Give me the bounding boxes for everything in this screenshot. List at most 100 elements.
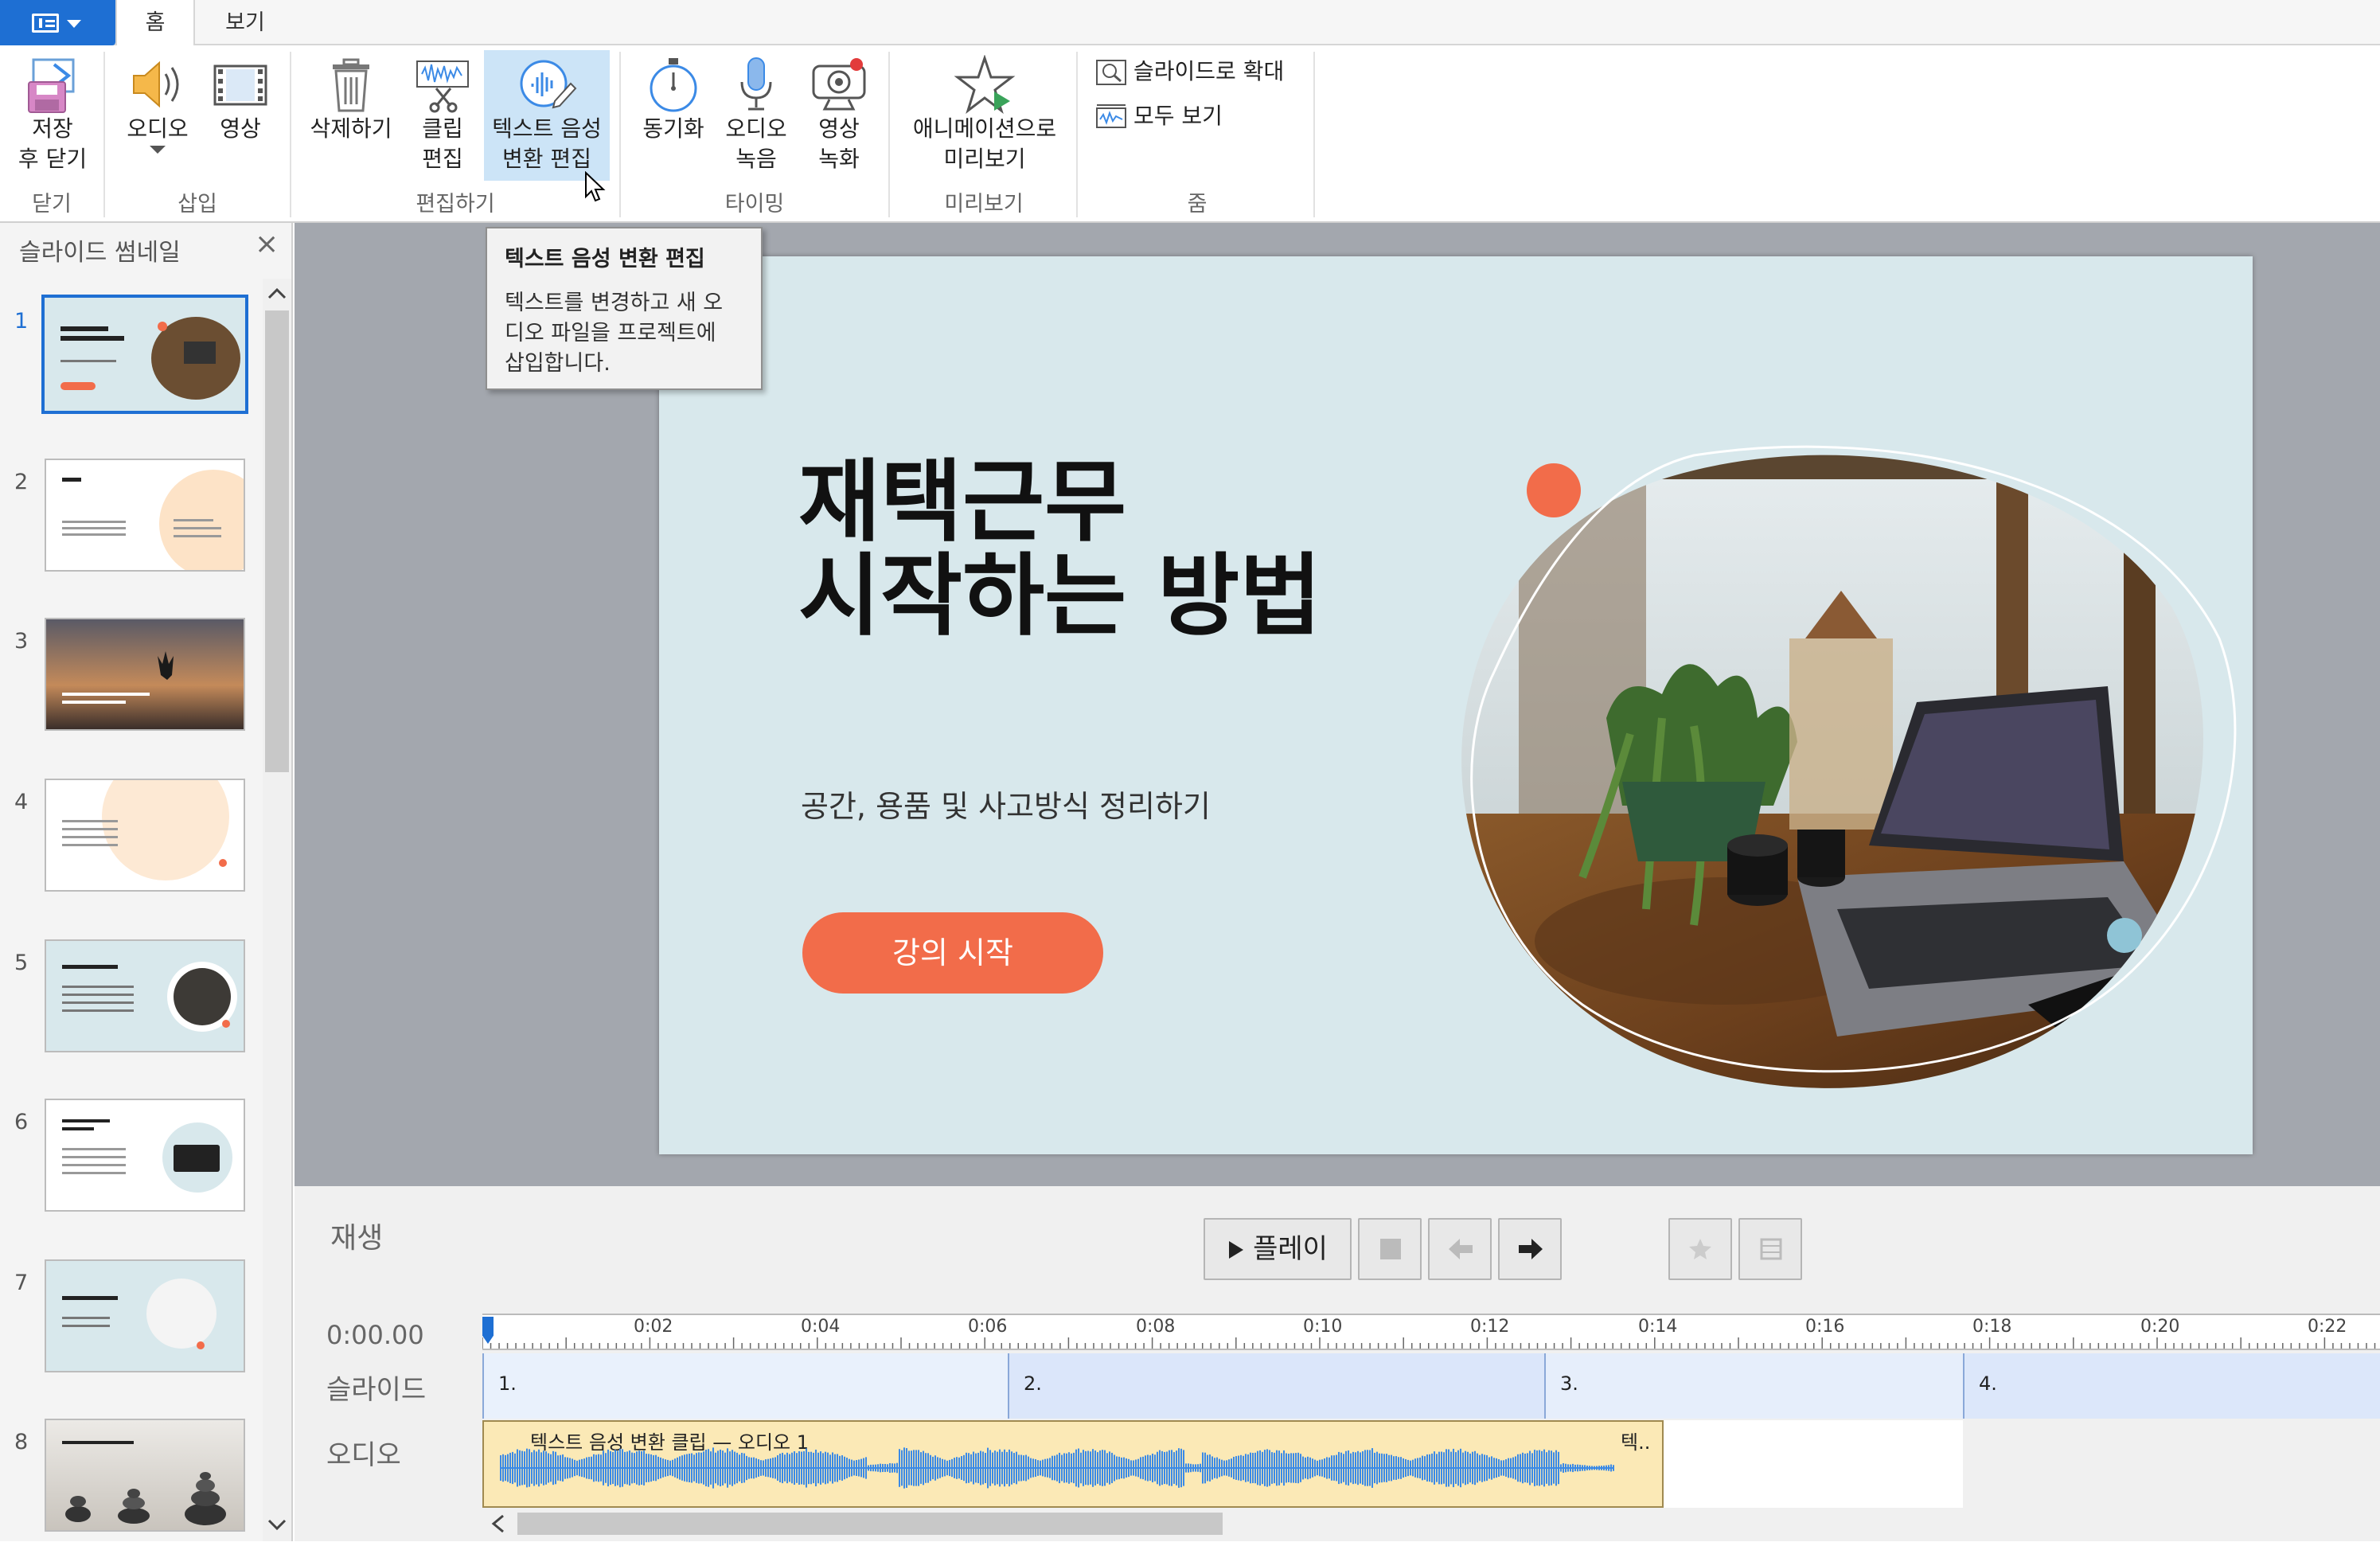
slide-thumbnail-item[interactable]: 8 [0,1419,263,1546]
scrollbar-thumb[interactable] [265,310,289,772]
play-button[interactable]: 플레이 [1204,1218,1352,1280]
clip-edit-button[interactable]: 클립 편집 [408,55,478,174]
slide-thumbnail-item[interactable]: 2 [0,459,263,586]
close-icon[interactable]: × [255,228,279,260]
audio-track-empty [1963,1420,2380,1508]
slide-number: 3 [14,629,29,654]
slide-view-button[interactable] [1738,1218,1802,1280]
tts-audio-clip[interactable]: 텍스트 음성 변환 클립 — 오디오 1 텍.. [482,1420,1664,1508]
slide-thumbnail-item[interactable]: 1 [0,295,263,425]
delete-button[interactable]: 삭제하기 [301,55,401,144]
next-button[interactable] [1498,1218,1562,1280]
slide-thumbnail[interactable] [45,1419,245,1532]
microphone-icon [740,57,772,111]
slide-thumbnail-item[interactable]: 6 [0,1099,263,1226]
arrow-right-icon [1519,1239,1543,1259]
delete-label: 삭제하기 [310,115,392,142]
view-all-icon [1096,104,1126,128]
chevron-left-icon[interactable] [490,1514,506,1533]
tick-label: 0:18 [1972,1317,2012,1337]
tick-label: 0:04 [801,1317,841,1337]
animation-preview-button[interactable]: 애니메이션으로 미리보기 [899,55,1070,174]
slide-frame-icon [1760,1238,1782,1260]
tab-home[interactable]: 홈 [115,0,195,47]
tooltip-title: 텍스트 음성 변환 편집 [505,247,705,271]
favorite-button[interactable] [1668,1218,1732,1280]
group-label-edit: 편집하기 [416,192,495,217]
audio-record-label: 오디오 녹음 [725,115,787,172]
slide-thumbnail-item[interactable]: 3 [0,618,263,745]
video-record-label: 영상 녹화 [818,115,860,172]
save-close-button[interactable]: 저장 후 닫기 [6,55,99,174]
tick-label: 0:22 [2308,1317,2347,1337]
slide-number: 6 [14,1110,29,1134]
slide-segment-label: 3. [1560,1372,1578,1395]
slide-thumbnail[interactable] [45,618,245,731]
slide-thumbnail[interactable] [45,779,245,892]
slide-segment[interactable]: 4. [1963,1353,2380,1419]
ribbon-separator [1313,52,1315,217]
slide-thumbnail-panel: 슬라이드 썸네일 × 1 2 3 4 5 6 7 8 [0,223,293,1541]
slide-thumbnail-item[interactable]: 4 [0,779,263,906]
previous-button[interactable] [1428,1218,1492,1280]
slide-thumbnail[interactable] [45,939,245,1052]
stop-button[interactable] [1358,1218,1422,1280]
clip-edit-label: 클립 편집 [422,115,463,172]
slide-segment[interactable]: 2. [1008,1353,1544,1419]
slide-segment[interactable]: 1. [482,1353,1008,1419]
video-button[interactable]: 영상 [202,55,279,144]
slide-segment[interactable]: 3. [1544,1353,1963,1419]
audio-waveform [500,1447,1614,1489]
tick-label: 0:06 [968,1317,1008,1337]
animation-preview-label: 애니메이션으로 미리보기 [912,115,1057,172]
star-play-icon [954,55,1016,114]
play-icon [1229,1241,1244,1259]
zoom-to-slide-label: 슬라이드로 확대 [1133,58,1285,84]
sync-button[interactable]: 동기화 [634,55,713,144]
slide-number: 4 [14,790,29,814]
slide-thumbnail[interactable] [41,295,248,414]
slide-thumbnail[interactable] [45,1259,245,1372]
arrow-left-icon [1449,1239,1473,1259]
chevron-down-icon [150,146,166,154]
tick-label: 0:12 [1470,1317,1510,1337]
decor-circle-orange [1527,463,1581,517]
audio-record-button[interactable]: 오디오 녹음 [716,55,796,174]
tick-label: 0:14 [1638,1317,1678,1337]
slide-thumbnail-item[interactable]: 5 [0,939,263,1067]
timeline-row-label-audio: 오디오 [326,1439,401,1471]
mouse-cursor-icon [585,171,606,202]
slide-track: 1. 2. 3. 4. [482,1353,2380,1419]
tick-label: 0:10 [1303,1317,1343,1337]
chevron-up-icon[interactable] [267,287,287,299]
timeline-title: 재생 [330,1222,384,1255]
star-icon [1689,1239,1711,1259]
panel-header: 슬라이드 썸네일 × [0,223,291,271]
slide-subtitle: 공간, 용품 및 사고방식 정리하기 [801,789,1211,824]
scrollbar-thumb[interactable] [517,1513,1223,1535]
slide-thumbnail[interactable] [45,459,245,572]
slide-number: 1 [14,309,29,334]
decor-circle-blue [2107,918,2142,953]
file-menu-button[interactable] [0,0,115,45]
slide-segment-label: 4. [1979,1372,1997,1395]
film-icon [213,64,267,106]
tab-view[interactable]: 보기 [205,0,285,45]
audio-button[interactable]: 오디오 [118,55,197,155]
video-record-button[interactable]: 영상 녹화 [799,55,879,174]
zoom-to-slide-button[interactable]: 슬라이드로 확대 [1095,57,1284,90]
stopwatch-icon [650,58,697,112]
chevron-down-icon[interactable] [267,1519,287,1532]
tts-edit-button[interactable]: 텍스트 음성 변환 편집 [484,50,610,181]
scissors-waveform-icon [416,61,469,113]
view-all-button[interactable]: 모두 보기 [1095,101,1223,135]
slide-thumbnail[interactable] [45,1099,245,1212]
group-label-insert: 삽입 [178,192,217,217]
tooltip: 텍스트 음성 변환 편집 텍스트를 변경하고 새 오 디오 파일을 프로젝트에 … [486,227,763,390]
timeline-ruler[interactable]: 0:02 0:04 0:06 0:08 0:10 0:12 0:14 0:16 … [482,1314,2380,1350]
start-course-button: 강의 시작 [802,912,1103,994]
slide-thumbnail-item[interactable]: 7 [0,1259,263,1387]
speaker-icon [133,61,179,108]
slide-number: 8 [14,1430,29,1454]
audio-track: 텍스트 음성 변환 클립 — 오디오 1 텍.. [482,1420,2380,1508]
